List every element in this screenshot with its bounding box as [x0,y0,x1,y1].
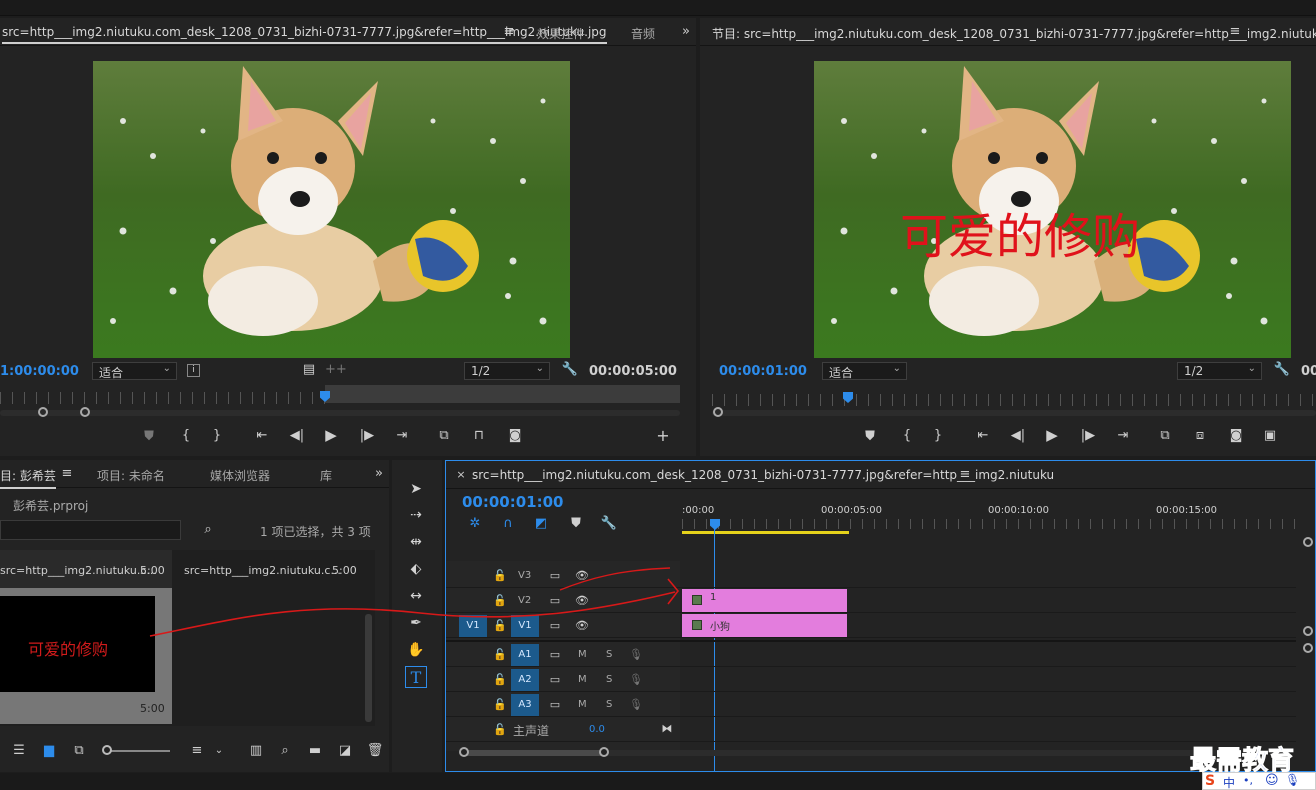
sogou-logo-icon: S [1205,773,1216,789]
ime-language[interactable]: 中 [1223,774,1235,790]
ime-punctuation[interactable]: •, [1243,774,1253,787]
ime-toolbar[interactable]: S 中 •, ☺ 🎙 [1202,772,1316,790]
bottom-strip [0,773,1316,790]
microphone-icon[interactable]: 🎙 [1285,773,1300,787]
annotation-arrow [149,567,680,637]
emoji-icon[interactable]: ☺ [1265,773,1279,788]
